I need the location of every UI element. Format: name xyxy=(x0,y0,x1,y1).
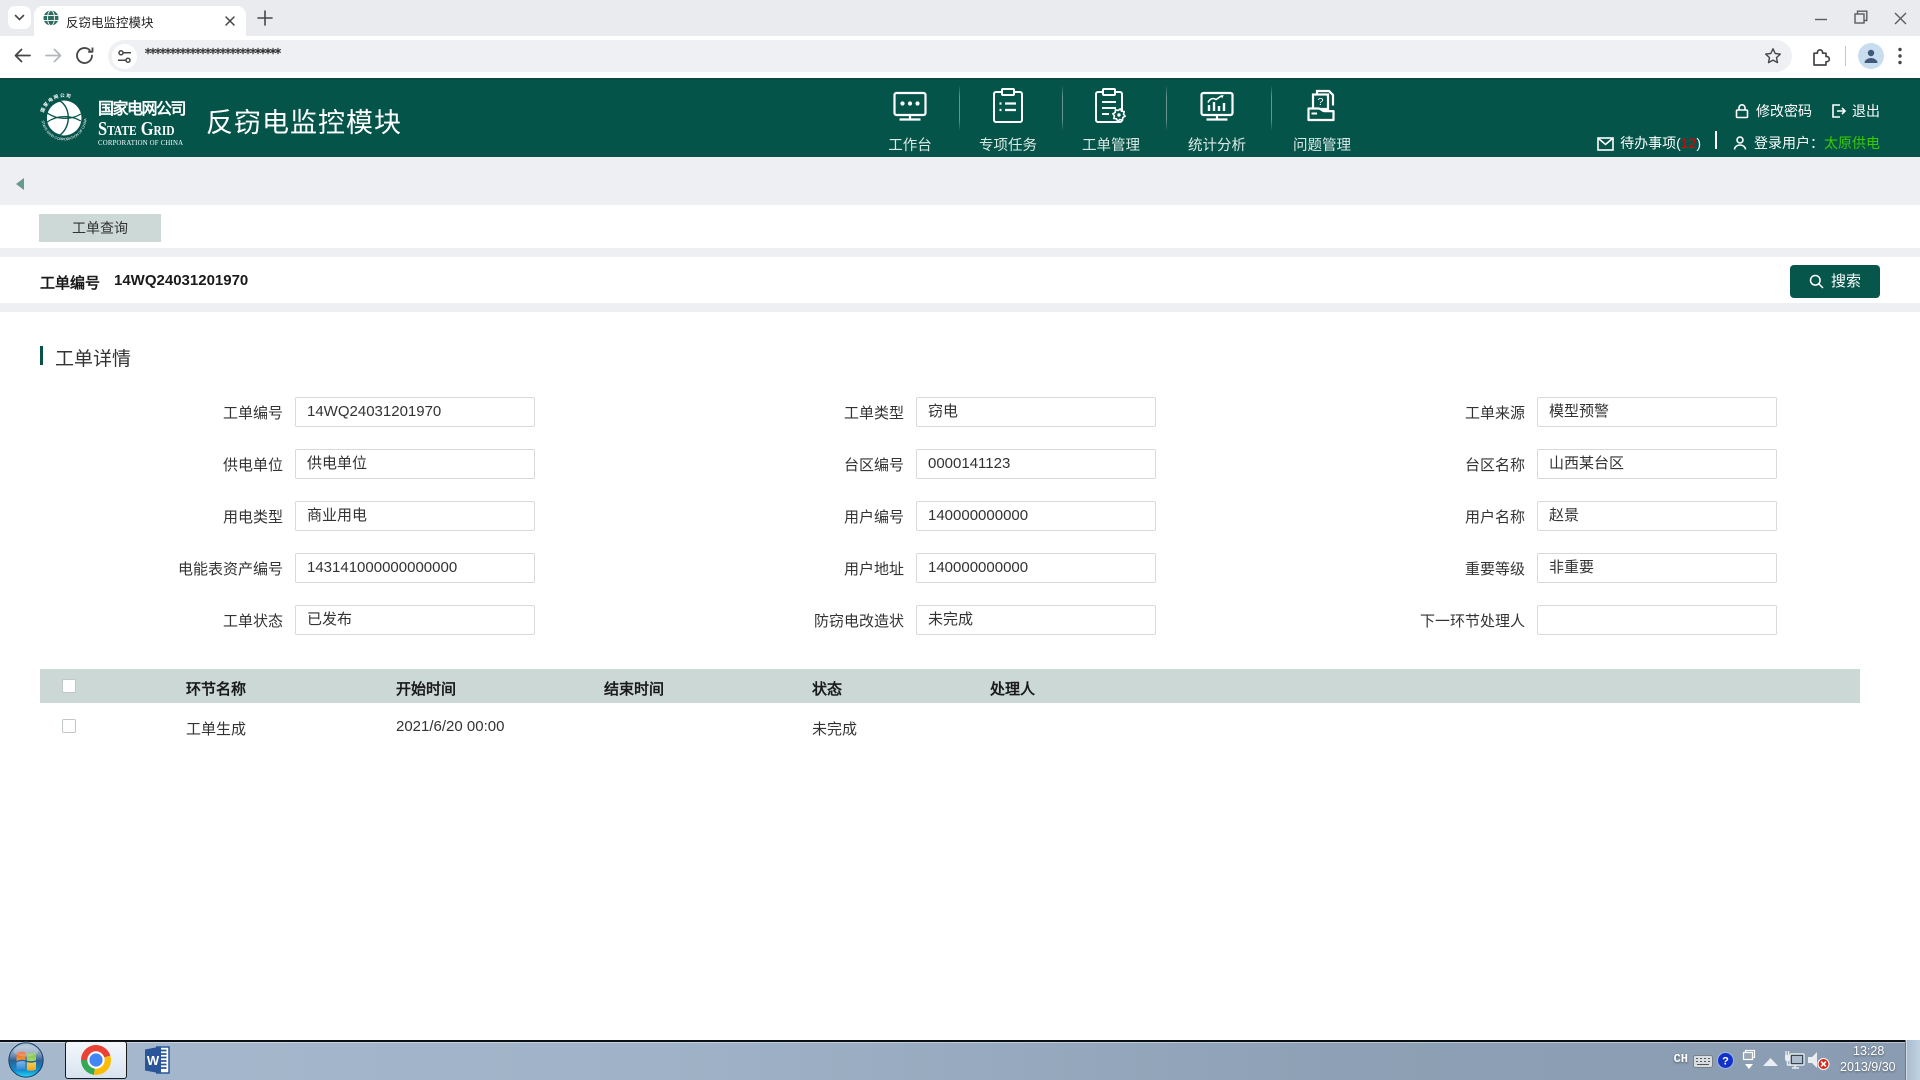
svg-text:?: ? xyxy=(1722,1056,1729,1068)
svg-text:W: W xyxy=(147,1053,160,1068)
svg-text:?: ? xyxy=(1318,96,1324,108)
